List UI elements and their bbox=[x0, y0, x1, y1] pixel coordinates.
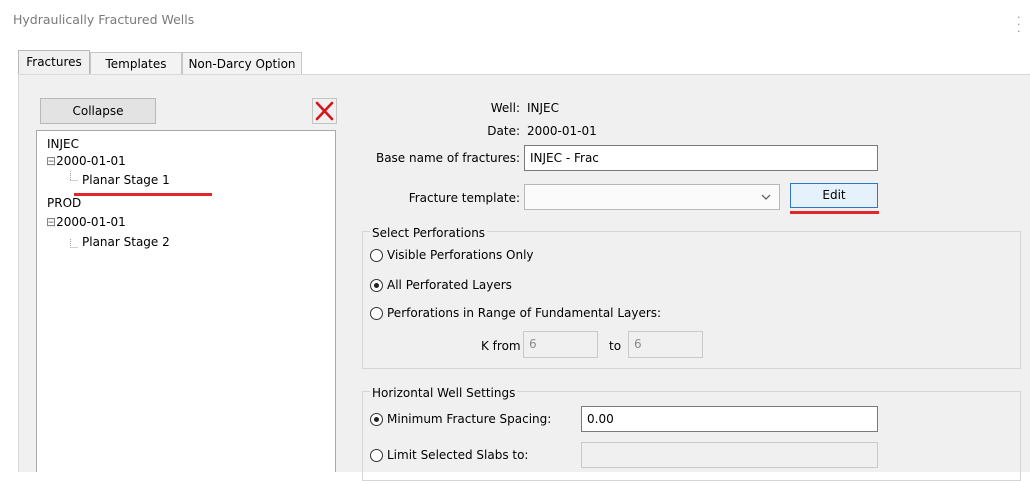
tree-item-label: 2000-01-01 bbox=[56, 215, 126, 229]
collapse-button[interactable]: Collapse bbox=[40, 98, 156, 124]
base-name-label: Base name of fractures: bbox=[375, 151, 520, 165]
tree-item-planar-stage-2[interactable]: Planar Stage 2 bbox=[82, 235, 170, 249]
tree-item-planar-stage-1[interactable]: Planar Stage 1 bbox=[82, 173, 170, 187]
highlight-underline bbox=[790, 211, 879, 214]
radio-limit-selected-slabs[interactable] bbox=[370, 449, 383, 462]
delete-icon bbox=[315, 101, 334, 121]
well-tree[interactable]: INJEC ⊟2000-01-01 Planar Stage 1 PROD ⊟2… bbox=[36, 130, 336, 472]
tree-item-prod[interactable]: PROD bbox=[47, 196, 81, 210]
tree-item-prod-date[interactable]: ⊟2000-01-01 bbox=[46, 215, 126, 229]
perforations-in-range-label[interactable]: Perforations in Range of Fundamental Lay… bbox=[387, 306, 661, 320]
radio-perforations-in-range[interactable] bbox=[370, 307, 383, 320]
limit-selected-slabs-field[interactable] bbox=[581, 442, 878, 468]
more-icon[interactable]: · · · bbox=[1017, 12, 1021, 37]
fracture-template-label: Fracture template: bbox=[408, 191, 520, 205]
tab-non-darcy-option[interactable]: Non-Darcy Option bbox=[182, 52, 302, 74]
k-to-field[interactable]: 6 bbox=[628, 331, 703, 358]
date-label: Date: bbox=[487, 124, 520, 138]
k-to-label: to bbox=[609, 339, 622, 353]
radio-visible-perforations[interactable] bbox=[370, 249, 383, 262]
horizontal-well-settings-title: Horizontal Well Settings bbox=[370, 386, 518, 400]
chevron-down-icon[interactable] bbox=[761, 194, 771, 201]
well-value: INJEC bbox=[527, 101, 560, 115]
k-from-label: K from bbox=[481, 339, 521, 353]
radio-minimum-fracture-spacing[interactable] bbox=[370, 413, 383, 426]
delete-button[interactable] bbox=[312, 98, 337, 124]
visible-perforations-label[interactable]: Visible Perforations Only bbox=[387, 248, 534, 262]
base-name-field[interactable]: INJEC - Frac bbox=[524, 145, 878, 171]
select-perforations-title: Select Perforations bbox=[370, 226, 488, 240]
tree-collapse-icon[interactable]: ⊟ bbox=[46, 215, 56, 229]
tab-fractures[interactable]: Fractures bbox=[18, 50, 90, 74]
minimum-fracture-spacing-label[interactable]: Minimum Fracture Spacing: bbox=[387, 412, 551, 426]
radio-all-perforated-layers[interactable] bbox=[370, 279, 383, 292]
edit-button[interactable]: Edit bbox=[790, 183, 878, 208]
tab-templates[interactable]: Templates bbox=[90, 52, 182, 74]
all-perforated-layers-label[interactable]: All Perforated Layers bbox=[387, 278, 512, 292]
window-title: Hydraulically Fractured Wells bbox=[13, 12, 195, 27]
date-value: 2000-01-01 bbox=[527, 124, 597, 138]
limit-selected-slabs-label[interactable]: Limit Selected Slabs to: bbox=[387, 448, 528, 462]
minimum-fracture-spacing-field[interactable]: 0.00 bbox=[581, 406, 878, 432]
fracture-template-select[interactable] bbox=[524, 184, 780, 210]
well-label: Well: bbox=[490, 101, 520, 115]
k-from-field[interactable]: 6 bbox=[523, 331, 598, 358]
highlight-underline bbox=[74, 193, 212, 196]
